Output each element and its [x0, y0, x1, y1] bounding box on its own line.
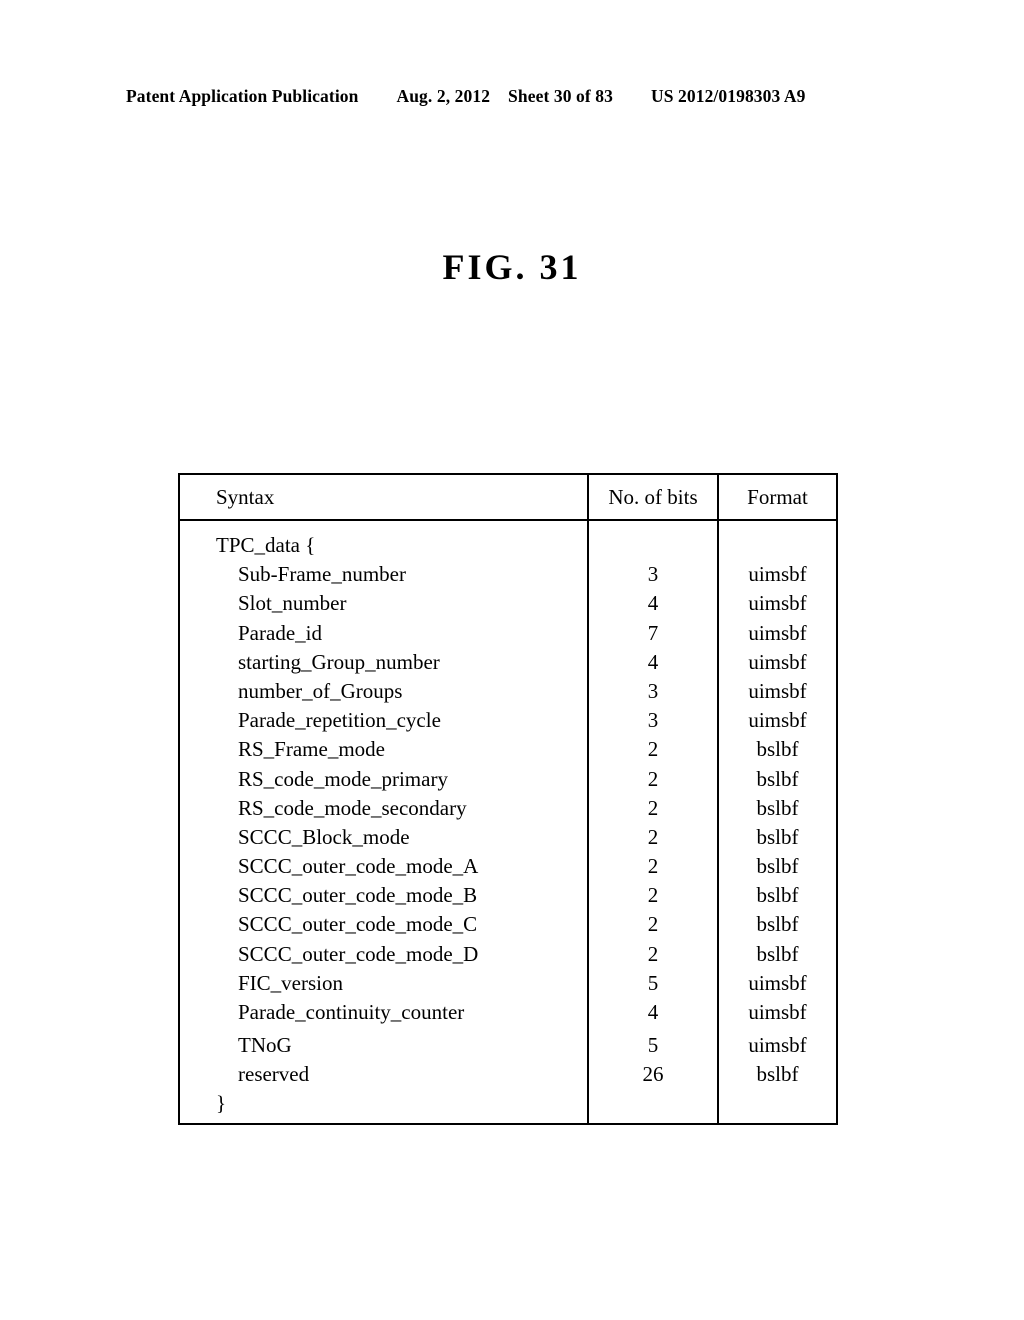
format-line-list: uimsbf uimsbf uimsbf uimsbf uimsbf uimsbf bslb…: [719, 531, 836, 1119]
bits-line: 5: [647, 1033, 659, 1058]
bits-line: 4: [647, 649, 659, 674]
bits-line: [589, 1089, 717, 1118]
format-line: bslbf: [756, 824, 799, 849]
bits-line: 4: [647, 591, 659, 616]
bits-line: 2: [647, 941, 659, 966]
syntax-line: SCCC_outer_code_mode_A: [238, 854, 479, 879]
publication-label: Patent Application Publication: [126, 86, 359, 106]
format-line: bslbf: [756, 795, 799, 820]
bits-line: 5: [647, 970, 659, 995]
column-header-format: Format: [718, 475, 836, 521]
format-line: bslbf: [756, 1062, 799, 1087]
syntax-line: SCCC_outer_code_mode_D: [238, 941, 479, 966]
format-line: uimsbf: [748, 708, 807, 733]
bits-line: 4: [647, 1000, 659, 1024]
syntax-line: RS_Frame_mode: [238, 737, 385, 762]
format-line: bslbf: [756, 883, 799, 908]
sheet-number: Sheet 30 of 83: [508, 86, 613, 106]
syntax-cell: TPC_data { Sub-Frame_number Slot_number Par…: [180, 520, 589, 1123]
bits-line: 2: [647, 883, 659, 908]
syntax-line: SCCC_outer_code_mode_C: [238, 912, 478, 937]
format-line: uimsbf: [748, 678, 807, 703]
bits-line: [589, 531, 717, 560]
format-line: bslbf: [756, 766, 799, 791]
syntax-line: Parade_continuity_counter: [238, 1000, 465, 1024]
format-line: uimsbf: [748, 649, 807, 674]
table-header: Syntax No. of bits Format: [180, 475, 836, 521]
syntax-line: TNoG: [238, 1033, 292, 1058]
syntax-table: Syntax No. of bits Format TPC_data { Sub-…: [180, 475, 836, 1123]
format-line: bslbf: [756, 854, 799, 879]
syntax-line: Slot_number: [238, 591, 347, 616]
table-body: TPC_data { Sub-Frame_number Slot_number Par…: [180, 520, 836, 1123]
syntax-table-container: Syntax No. of bits Format TPC_data { Sub-…: [178, 473, 838, 1125]
syntax-line: starting_Group_number: [238, 649, 440, 674]
format-line: uimsbf: [748, 1000, 807, 1024]
bits-line: 2: [647, 737, 659, 762]
table-row: TPC_data { Sub-Frame_number Slot_number Par…: [180, 520, 836, 1123]
syntax-line: RS_code_mode_primary: [238, 766, 448, 791]
syntax-line: reserved: [238, 1062, 310, 1087]
figure-title: FIG. 31: [442, 247, 582, 287]
bits-line: 2: [647, 795, 659, 820]
syntax-line: number_of_Groups: [238, 678, 403, 703]
format-line: uimsbf: [748, 1033, 807, 1058]
format-line: [719, 1089, 836, 1118]
column-header-bits: No. of bits: [588, 475, 719, 521]
patent-number: US 2012/0198303 A9: [650, 86, 806, 106]
syntax-line: Parade_id: [238, 620, 322, 645]
syntax-line: }: [216, 1091, 227, 1116]
bits-cell: 3 4 7 4 3 3 2 2 2 2 2 2 2 2 5 4 5 26: [588, 520, 719, 1123]
bits-line: 2: [647, 854, 659, 879]
bits-line: 2: [647, 912, 659, 937]
format-line: uimsbf: [748, 591, 807, 616]
publication-date: Aug. 2, 2012: [396, 86, 491, 106]
format-line: [719, 531, 836, 560]
format-line: uimsbf: [748, 562, 807, 587]
syntax-line: FIC_version: [238, 970, 343, 995]
format-line: bslbf: [756, 912, 799, 937]
syntax-line: SCCC_outer_code_mode_B: [238, 883, 478, 908]
table-header-row: Syntax No. of bits Format: [180, 475, 836, 521]
bits-line: 3: [647, 678, 659, 703]
syntax-line: Sub-Frame_number: [238, 562, 406, 587]
syntax-line: RS_code_mode_secondary: [238, 795, 467, 820]
bits-line: 7: [647, 620, 659, 645]
syntax-line: Parade_repetition_cycle: [238, 708, 441, 733]
format-line: bslbf: [756, 737, 799, 762]
bits-line-list: 3 4 7 4 3 3 2 2 2 2 2 2 2 2 5 4 5 26: [589, 531, 717, 1119]
bits-line: 3: [647, 708, 659, 733]
bits-line: 26: [642, 1062, 664, 1087]
syntax-line-list: TPC_data { Sub-Frame_number Slot_number Par…: [216, 531, 587, 1119]
syntax-line: TPC_data {: [216, 533, 316, 557]
format-line: bslbf: [756, 941, 799, 966]
bits-line: 2: [647, 766, 659, 791]
column-header-syntax: Syntax: [180, 475, 589, 521]
page-header: Patent Application Publication Aug. 2, 2…: [126, 86, 898, 107]
format-line: uimsbf: [748, 970, 807, 995]
format-cell: uimsbf uimsbf uimsbf uimsbf uimsbf uimsbf bslb…: [718, 520, 836, 1123]
bits-line: 3: [647, 562, 659, 587]
format-line: uimsbf: [748, 620, 807, 645]
syntax-line: SCCC_Block_mode: [238, 824, 410, 849]
bits-line: 2: [647, 824, 659, 849]
